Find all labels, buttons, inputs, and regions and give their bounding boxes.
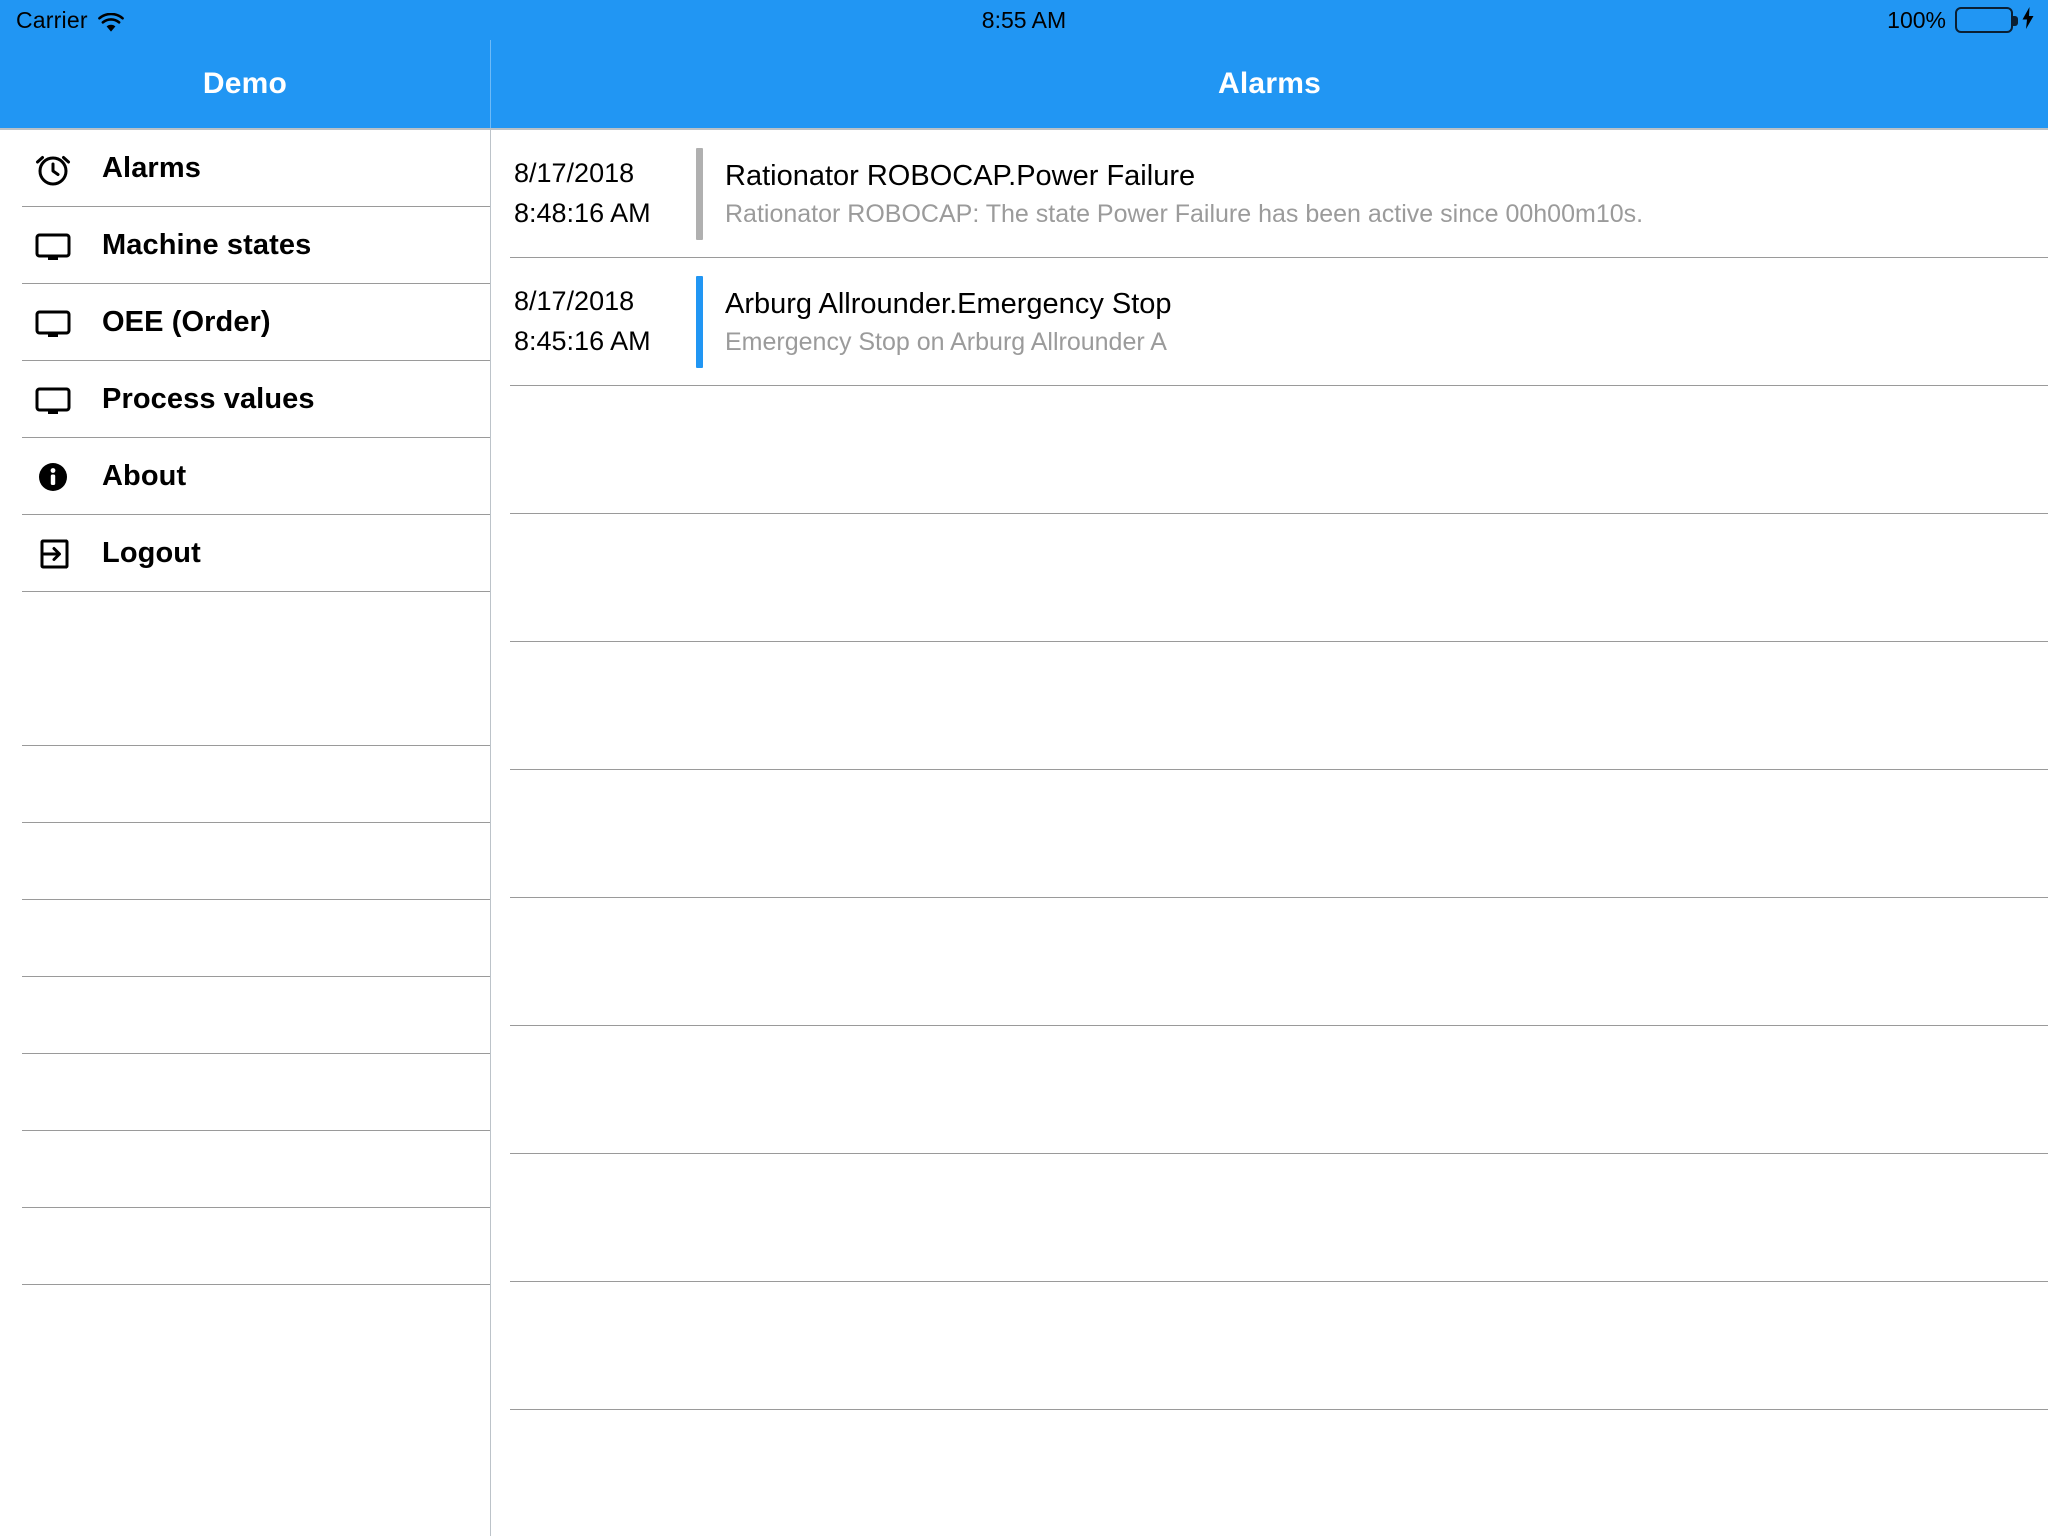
- alarm-list-item[interactable]: 8/17/2018 8:45:16 AM Arburg Allrounder.E…: [492, 258, 2048, 386]
- sidebar-item-label: Process values: [102, 383, 315, 415]
- divider: [22, 1284, 490, 1285]
- sidebar-item-oee-order[interactable]: OEE (Order): [0, 284, 490, 361]
- alarm-date: 8/17/2018: [514, 158, 635, 189]
- alarm-timestamp: 8/17/2018 8:48:16 AM: [514, 154, 680, 234]
- sidebar-navbar: Demo: [0, 40, 491, 128]
- monitor-icon: [22, 303, 84, 343]
- sidebar-item-label: About: [102, 460, 187, 492]
- sidebar-empty-row: [0, 746, 490, 823]
- alarm-date: 8/17/2018: [514, 286, 635, 317]
- sidebar-item-about[interactable]: About: [0, 438, 490, 515]
- alarm-list-item[interactable]: 8/17/2018 8:48:16 AM Rationator ROBOCAP.…: [492, 130, 2048, 258]
- sidebar-empty-row: [0, 1054, 490, 1131]
- alarm-list: 8/17/2018 8:48:16 AM Rationator ROBOCAP.…: [492, 130, 2048, 1536]
- battery-percent-label: 100%: [1887, 6, 1946, 33]
- page-title: Alarms: [1218, 67, 1321, 100]
- logout-icon: [22, 534, 84, 574]
- sidebar-empty-row: [0, 1131, 490, 1208]
- main-navbar: Alarms: [491, 40, 2048, 128]
- app-screen: Carrier 8:55 AM 100% Demo Alarms Alarms …: [0, 0, 2048, 1536]
- monitor-icon: [22, 380, 84, 420]
- alarm-time: 8:45:16 AM: [514, 326, 651, 356]
- alarm-title: Rationator ROBOCAP.Power Failure: [725, 160, 1196, 193]
- sidebar: Alarms Machine states OEE (Order) Proces…: [0, 130, 491, 1536]
- sidebar-item-logout[interactable]: Logout: [0, 515, 490, 592]
- alarm-empty-row: [492, 514, 2048, 642]
- sidebar-empty-row: [0, 823, 490, 900]
- alarm-timestamp: 8/17/2018 8:45:16 AM: [514, 282, 680, 362]
- alarm-empty-row: [492, 1282, 2048, 1410]
- lightning-bolt-icon: [2022, 7, 2034, 33]
- sidebar-item-label: Alarms: [102, 152, 201, 184]
- battery-full-icon: [1955, 7, 2018, 33]
- alarm-severity-bar: [696, 276, 703, 368]
- info-circle-icon: [22, 457, 84, 497]
- alarm-empty-row: [492, 386, 2048, 514]
- alarm-empty-row: [492, 1410, 2048, 1536]
- alarm-severity-bar: [696, 148, 703, 240]
- sidebar-item-machine-states[interactable]: Machine states: [0, 207, 490, 284]
- sidebar-empty-row: [0, 900, 490, 977]
- alarm-text-block: Arburg Allrounder.Emergency Stop Emergen…: [725, 286, 1172, 358]
- status-bar-right: 100%: [1887, 7, 2034, 34]
- alarm-empty-row: [492, 1154, 2048, 1282]
- sidebar-item-label: Logout: [102, 537, 201, 569]
- alarm-subtitle: Emergency Stop on Arburg Allrounder A: [725, 327, 1167, 356]
- sidebar-item-label: Machine states: [102, 229, 312, 261]
- sidebar-empty-row: [0, 977, 490, 1054]
- alarm-time: 8:48:16 AM: [514, 198, 651, 228]
- alarm-empty-row: [492, 642, 2048, 770]
- status-bar-time: 8:55 AM: [981, 6, 1067, 33]
- alarm-empty-row: [492, 770, 2048, 898]
- sidebar-title: Demo: [202, 67, 288, 100]
- alarm-empty-row: [492, 898, 2048, 1026]
- sidebar-item-alarms[interactable]: Alarms: [0, 130, 490, 207]
- alarm-subtitle: Rationator ROBOCAP: The state Power Fail…: [725, 199, 1644, 228]
- sidebar-item-label: OEE (Order): [102, 306, 271, 338]
- monitor-icon: [22, 226, 84, 266]
- alarm-empty-row: [492, 1026, 2048, 1154]
- alarm-title: Arburg Allrounder.Emergency Stop: [725, 288, 1172, 321]
- alarm-text-block: Rationator ROBOCAP.Power Failure Rationa…: [725, 158, 1643, 230]
- status-bar: Carrier 8:55 AM 100%: [0, 0, 2048, 40]
- sidebar-item-process-values[interactable]: Process values: [0, 361, 490, 438]
- sidebar-empty-row: [0, 669, 490, 746]
- alarm-clock-icon: [22, 149, 84, 189]
- divider: [22, 591, 490, 592]
- sidebar-empty-row: [0, 592, 490, 669]
- sidebar-empty-row: [0, 1208, 490, 1285]
